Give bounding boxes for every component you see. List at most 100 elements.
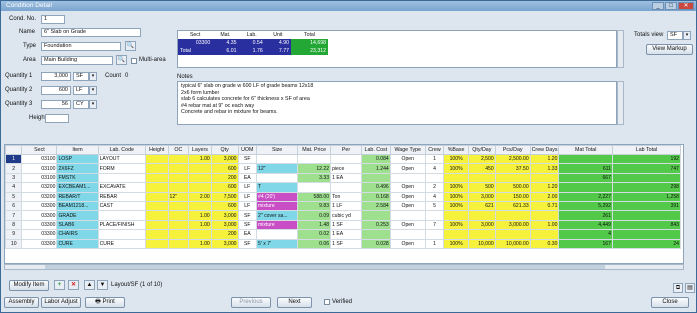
grid-cell[interactable]: 843 xyxy=(611,219,682,231)
grid-cell[interactable]: 100% xyxy=(443,163,469,174)
height-field[interactable] xyxy=(45,114,69,123)
grid-cell[interactable]: SF xyxy=(237,210,258,221)
col-header[interactable]: %Base xyxy=(443,145,469,155)
grid-cell[interactable]: 1 EA xyxy=(330,172,362,184)
grid-cell[interactable]: BEAM1218... xyxy=(56,200,99,212)
summary-total-row[interactable]: Total 6.01 1.76 7.77 23,312 xyxy=(178,47,328,55)
col-header[interactable]: Size xyxy=(256,145,299,155)
grid-cell[interactable]: 3,000 xyxy=(467,191,496,202)
grid-cell[interactable]: 192 xyxy=(611,153,682,165)
quantity1-field[interactable]: 3,000 xyxy=(41,72,71,81)
table-row[interactable]: 9 03300 CHAIRS 200 EA 0.02 1 EA 4 xyxy=(5,229,682,240)
grid-cell[interactable] xyxy=(144,210,169,221)
col-header[interactable]: UOM xyxy=(237,145,258,155)
grid-cell[interactable] xyxy=(389,229,426,240)
multi-area-checkbox[interactable] xyxy=(131,58,137,64)
grid-cell[interactable]: 37.50 xyxy=(494,163,531,174)
grid-cell[interactable]: 3,000 xyxy=(467,219,496,231)
row-number[interactable]: 7 xyxy=(5,210,23,221)
grid-cell[interactable]: 450 xyxy=(467,163,496,174)
grid-cell[interactable] xyxy=(167,238,190,249)
grid-cell[interactable] xyxy=(529,210,560,221)
row-number[interactable]: 8 xyxy=(5,219,23,231)
col-header[interactable]: Mat. Price xyxy=(297,145,332,155)
grid-cell[interactable]: 1.20 xyxy=(529,153,560,165)
grid-cell[interactable]: 100% xyxy=(443,153,469,165)
grid-cell[interactable]: 1 SF xyxy=(330,238,362,249)
type-field[interactable]: Foundation xyxy=(41,42,121,51)
grid-cell[interactable] xyxy=(188,200,212,212)
grid-cell[interactable]: Open xyxy=(389,163,426,174)
grid-cell[interactable]: 4 xyxy=(558,229,613,240)
grid-cell[interactable] xyxy=(167,229,190,240)
grid-cell[interactable]: 1.00 xyxy=(188,219,212,231)
minimize-button[interactable]: _ xyxy=(652,2,664,10)
grid-cell[interactable]: 5 xyxy=(424,200,445,212)
grid-cell[interactable]: SF xyxy=(237,219,258,231)
grid-cell[interactable]: 0.168 xyxy=(360,191,391,202)
grid-cell[interactable] xyxy=(188,172,212,184)
grid-cell[interactable] xyxy=(256,172,299,184)
grid-cell[interactable]: 1.244 xyxy=(360,163,391,174)
grid-cell[interactable]: 0.028 xyxy=(360,238,391,249)
grid-cell[interactable]: 03100 xyxy=(21,172,58,184)
grid-cell[interactable]: 100% xyxy=(443,238,469,249)
grid-cell[interactable]: Open xyxy=(389,238,426,249)
grid-cell[interactable] xyxy=(144,200,169,212)
table-row[interactable]: 10 03300 CURE CURE 1.00 3,000 SF 5' x 7' 0.06 1 S… xyxy=(5,238,682,249)
grid-cell[interactable]: 03100 xyxy=(21,153,58,165)
previous-button[interactable]: Previous xyxy=(231,297,271,308)
chevron-down-icon[interactable]: ▾ xyxy=(89,86,97,95)
grid-cell[interactable] xyxy=(297,153,332,165)
grid-cell[interactable]: Ton xyxy=(330,191,362,202)
grid-cell[interactable] xyxy=(167,200,190,212)
grid-cell[interactable] xyxy=(144,163,169,174)
table-row[interactable]: 7 03300 GRADE 1.00 3,000 SF 2" cover sa... 0.09… xyxy=(5,210,682,221)
grid-cell[interactable] xyxy=(330,153,362,165)
grid-cell[interactable]: REBAR/T xyxy=(56,191,99,202)
grid-cell[interactable]: Open xyxy=(389,200,426,212)
notes-scrollbar[interactable] xyxy=(617,81,624,125)
grid-cell[interactable] xyxy=(297,182,332,193)
grid-cell[interactable]: 1 SF xyxy=(330,219,362,231)
summary-row[interactable]: 03300 4.35 0.54 4.90 14,698 xyxy=(178,39,328,47)
grid-cell[interactable] xyxy=(144,219,169,231)
quantity3-unit[interactable]: CY xyxy=(73,100,89,109)
row-number[interactable]: 10 xyxy=(5,238,23,249)
row-number[interactable]: 5 xyxy=(5,191,23,202)
grid-cell[interactable]: 2.584 xyxy=(360,200,391,212)
modify-item-button[interactable]: Modify Item xyxy=(9,280,49,291)
grid-cell[interactable] xyxy=(144,153,169,165)
chevron-down-icon[interactable]: ▾ xyxy=(89,72,97,81)
grid-cell[interactable]: Open xyxy=(389,191,426,202)
grid-cell[interactable]: 0.084 xyxy=(360,153,391,165)
cond-no-field[interactable]: 1 xyxy=(41,15,65,24)
close-window-button[interactable]: ✕ xyxy=(678,2,694,10)
col-header[interactable]: Crew Days xyxy=(529,145,560,155)
grid-cell[interactable]: 261 xyxy=(558,210,613,221)
grid-cell[interactable] xyxy=(467,210,496,221)
grid-cell[interactable]: 10,000.00 xyxy=(494,238,531,249)
delete-icon[interactable]: ✕ xyxy=(68,280,79,290)
quantity2-field[interactable]: 600 xyxy=(41,86,71,95)
grid-cell[interactable] xyxy=(144,182,169,193)
view-markup-button[interactable]: View Markup xyxy=(646,44,693,55)
grid-cell[interactable]: EA xyxy=(237,172,258,184)
grid-cell[interactable]: LOSP xyxy=(56,153,99,165)
col-header[interactable]: Crew xyxy=(424,145,445,155)
grid-cell[interactable]: 747 xyxy=(611,163,682,174)
grid-cell[interactable]: #4 (20') xyxy=(256,191,299,202)
grid-cell[interactable]: mixture xyxy=(256,219,299,231)
grid-cell[interactable] xyxy=(167,153,190,165)
grid-cell[interactable]: 12" xyxy=(167,191,190,202)
grid-cell[interactable]: 3,000 xyxy=(210,153,239,165)
grid-cell[interactable] xyxy=(330,182,362,193)
col-header[interactable]: Height xyxy=(144,145,169,155)
grid-cell[interactable] xyxy=(97,229,146,240)
grid-cell[interactable] xyxy=(467,172,496,184)
table-row[interactable]: 8 03300 SLAB6 PLACE/FINISH 1.00 3,000 SF mixtur… xyxy=(5,219,682,231)
row-number[interactable]: 1 xyxy=(5,153,23,165)
grid-cell[interactable]: 167 xyxy=(558,238,613,249)
grid-cell[interactable]: 600 xyxy=(210,163,239,174)
grid-cell[interactable]: 5,292 xyxy=(558,200,613,212)
